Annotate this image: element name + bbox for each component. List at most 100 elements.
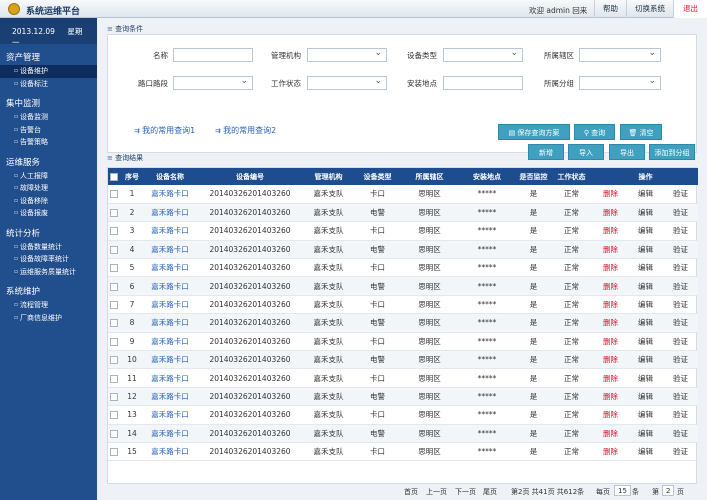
add-button[interactable]: 新增	[528, 144, 564, 160]
edit-link[interactable]: 编辑	[628, 350, 663, 370]
verify-link[interactable]: 验证	[663, 313, 699, 333]
delete-link[interactable]: 删除	[593, 332, 628, 352]
edit-link[interactable]: 编辑	[628, 313, 663, 333]
delete-link[interactable]: 删除	[593, 221, 628, 241]
nav-group-title[interactable]: 统计分析	[0, 228, 97, 241]
sidebar-item[interactable]: 告警台	[0, 124, 97, 137]
row-checkbox[interactable]	[110, 209, 118, 218]
device-name-link[interactable]: 嘉禾路卡口	[144, 332, 196, 352]
device-name-link[interactable]: 嘉禾路卡口	[144, 221, 196, 241]
delete-link[interactable]: 删除	[593, 313, 628, 333]
verify-link[interactable]: 验证	[663, 276, 699, 296]
row-checkbox[interactable]	[110, 411, 118, 420]
switch-system-button[interactable]: 切换系统	[626, 0, 673, 18]
next-page-link[interactable]: 下一页	[455, 487, 476, 497]
verify-link[interactable]: 验证	[663, 405, 699, 425]
delete-link[interactable]: 删除	[593, 405, 628, 425]
row-checkbox[interactable]	[110, 356, 118, 365]
last-page-link[interactable]: 尾页	[483, 487, 497, 497]
device-name-link[interactable]: 嘉禾路卡口	[144, 258, 196, 278]
district-select[interactable]	[579, 48, 661, 62]
sidebar-item[interactable]: 设备维护	[0, 65, 97, 78]
edit-link[interactable]: 编辑	[628, 332, 663, 352]
edit-link[interactable]: 编辑	[628, 221, 663, 241]
device-name-link[interactable]: 嘉禾路卡口	[144, 185, 196, 204]
sidebar-item[interactable]: 告警策略	[0, 136, 97, 149]
per-page-input[interactable]: 15	[614, 485, 631, 496]
nav-group-title[interactable]: 运维服务	[0, 157, 97, 170]
edit-link[interactable]: 编辑	[628, 368, 663, 388]
edit-link[interactable]: 编辑	[628, 405, 663, 425]
verify-link[interactable]: 验证	[663, 203, 699, 223]
row-checkbox[interactable]	[110, 301, 118, 310]
saved-query-2-link[interactable]: 我的常用查询2	[215, 125, 276, 136]
row-checkbox[interactable]	[110, 337, 118, 346]
prev-page-link[interactable]: 上一页	[426, 487, 447, 497]
edit-link[interactable]: 编辑	[628, 185, 663, 204]
row-checkbox[interactable]	[110, 190, 118, 199]
row-checkbox[interactable]	[110, 374, 118, 383]
nav-group-title[interactable]: 系统维护	[0, 286, 97, 299]
org-select[interactable]	[307, 48, 387, 62]
row-checkbox[interactable]	[110, 227, 118, 236]
device-name-link[interactable]: 嘉禾路卡口	[144, 276, 196, 296]
row-checkbox[interactable]	[110, 448, 118, 457]
delete-link[interactable]: 删除	[593, 240, 628, 260]
sidebar-item[interactable]: 流程管理	[0, 299, 97, 312]
device-name-link[interactable]: 嘉禾路卡口	[144, 424, 196, 443]
device-name-link[interactable]: 嘉禾路卡口	[144, 405, 196, 425]
row-checkbox[interactable]	[110, 319, 118, 328]
edit-link[interactable]: 编辑	[628, 240, 663, 260]
sidebar-item[interactable]: 厂商信息维护	[0, 312, 97, 325]
delete-link[interactable]: 删除	[593, 203, 628, 223]
delete-link[interactable]: 删除	[593, 442, 628, 462]
device-name-link[interactable]: 嘉禾路卡口	[144, 313, 196, 333]
sidebar-item[interactable]: 设备移除	[0, 195, 97, 208]
delete-link[interactable]: 删除	[593, 424, 628, 443]
verify-link[interactable]: 验证	[663, 185, 699, 204]
delete-link[interactable]: 删除	[593, 387, 628, 407]
save-query-button[interactable]: ▤ 保存查询方案	[498, 124, 570, 140]
device-name-link[interactable]: 嘉禾路卡口	[144, 387, 196, 407]
verify-link[interactable]: 验证	[663, 240, 699, 260]
edit-link[interactable]: 编辑	[628, 203, 663, 223]
sidebar-item[interactable]: 设备标注	[0, 78, 97, 91]
device-type-select[interactable]	[443, 48, 523, 62]
delete-link[interactable]: 删除	[593, 350, 628, 370]
edit-link[interactable]: 编辑	[628, 295, 663, 315]
delete-link[interactable]: 删除	[593, 295, 628, 315]
verify-link[interactable]: 验证	[663, 295, 699, 315]
verify-link[interactable]: 验证	[663, 368, 699, 388]
edit-link[interactable]: 编辑	[628, 442, 663, 462]
verify-link[interactable]: 验证	[663, 332, 699, 352]
verify-link[interactable]: 验证	[663, 221, 699, 241]
logout-button[interactable]: 退出	[673, 0, 707, 18]
verify-link[interactable]: 验证	[663, 442, 699, 462]
sidebar-item[interactable]: 故障处理	[0, 182, 97, 195]
device-name-link[interactable]: 嘉禾路卡口	[144, 295, 196, 315]
sidebar-item[interactable]: 设备数量统计	[0, 241, 97, 254]
delete-link[interactable]: 删除	[593, 258, 628, 278]
delete-link[interactable]: 删除	[593, 368, 628, 388]
nav-group-title[interactable]: 集中监测	[0, 98, 97, 111]
device-name-link[interactable]: 嘉禾路卡口	[144, 442, 196, 462]
row-checkbox[interactable]	[110, 429, 118, 438]
select-all-checkbox[interactable]	[110, 172, 118, 181]
saved-query-1-link[interactable]: 我的常用查询1	[134, 125, 195, 136]
edit-link[interactable]: 编辑	[628, 387, 663, 407]
edit-link[interactable]: 编辑	[628, 424, 663, 443]
device-name-link[interactable]: 嘉禾路卡口	[144, 368, 196, 388]
export-button[interactable]: 导出	[609, 144, 645, 160]
sidebar-item[interactable]: 人工报障	[0, 170, 97, 183]
group-select[interactable]	[579, 76, 661, 90]
goto-page-input[interactable]: 2	[662, 485, 675, 496]
row-checkbox[interactable]	[110, 282, 118, 291]
import-button[interactable]: 导入	[568, 144, 604, 160]
nav-group-title[interactable]: 资产管理	[0, 52, 97, 65]
work-status-select[interactable]	[307, 76, 387, 90]
verify-link[interactable]: 验证	[663, 387, 699, 407]
sidebar-item[interactable]: 设备故障率统计	[0, 253, 97, 266]
first-page-link[interactable]: 首页	[404, 487, 418, 497]
sidebar-item[interactable]: 运维服务质量统计	[0, 266, 97, 279]
search-button[interactable]: ⚲ 查询	[574, 124, 615, 140]
